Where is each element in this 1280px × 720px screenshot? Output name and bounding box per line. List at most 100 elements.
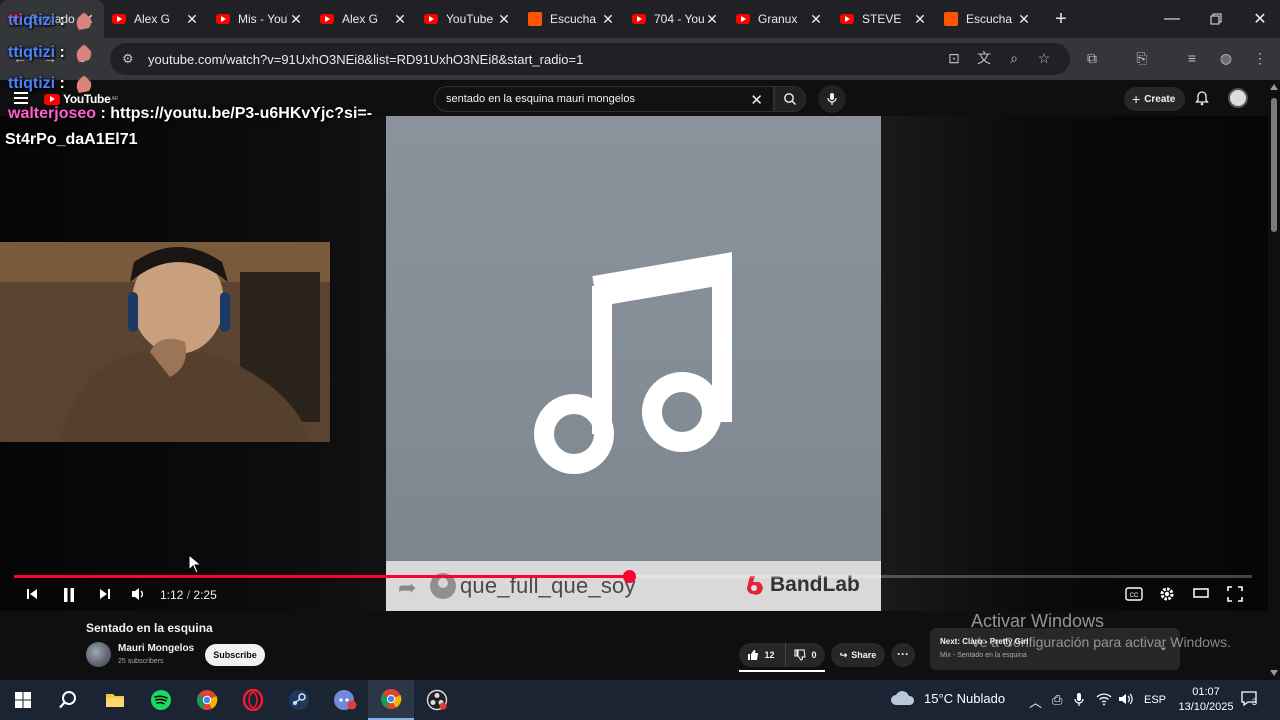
extensions-icon[interactable]: ⧉ (1082, 48, 1102, 68)
tab-list: Sentado en la esquina✕Alex G✕Mis - YouTu… (0, 0, 1040, 38)
taskbar-clock[interactable]: 01:07 13/10/2025 (1178, 685, 1234, 715)
translate-icon[interactable]: 文 (974, 48, 994, 68)
menu-kebab-icon[interactable]: ⋮ (1250, 48, 1270, 68)
tab-close-icon[interactable]: ✕ (496, 11, 512, 28)
share-button[interactable]: ↪ Share (831, 643, 885, 667)
microphone-tray-icon[interactable] (1074, 692, 1084, 710)
time-display: 1:12 / 2:25 (160, 588, 217, 602)
input-language-indicator[interactable]: ESP (1144, 694, 1166, 706)
clear-search-icon[interactable]: ✕ (750, 91, 763, 109)
hand-emote-icon (77, 76, 92, 93)
bookmark-star-icon[interactable]: ☆ (1034, 48, 1054, 68)
tab-close-icon[interactable]: ✕ (704, 11, 720, 28)
channel-name[interactable]: Mauri Mongelos (118, 643, 194, 654)
wifi-icon[interactable] (1096, 692, 1112, 709)
theater-mode-button[interactable] (1193, 587, 1209, 605)
install-app-icon[interactable]: ⊡ (944, 48, 964, 68)
previous-button[interactable] (24, 586, 40, 604)
browser-tab[interactable]: 704 - YouTube✕ (624, 0, 728, 38)
youtube-icon (840, 14, 854, 24)
minimize-button[interactable]: — (1150, 0, 1194, 38)
account-avatar[interactable] (1228, 88, 1248, 108)
like-button[interactable]: 12 (739, 643, 783, 667)
tab-close-icon[interactable]: ✕ (808, 11, 824, 28)
restore-button[interactable] (1194, 0, 1238, 38)
tab-close-icon[interactable]: ✕ (1016, 11, 1032, 28)
tab-close-icon[interactable]: ✕ (912, 11, 928, 28)
taskbar-chrome-active[interactable] (368, 680, 414, 720)
more-actions-button[interactable]: ··· (891, 643, 915, 667)
browser-tab[interactable]: Mis - YouTube✕ (208, 0, 312, 38)
taskbar-spotify[interactable] (138, 680, 184, 720)
voice-search-button[interactable] (818, 85, 846, 113)
scroll-thumb[interactable] (1271, 98, 1277, 232)
windows-activation-subtitle: Ve a Configuración para activar Windows. (971, 634, 1231, 650)
weather-widget[interactable]: 15°C Nublado (890, 690, 1005, 706)
share-arrow-icon: ➦ (398, 575, 417, 600)
pause-button[interactable] (60, 586, 78, 604)
progress-bar[interactable] (14, 570, 1252, 583)
meet-now-icon[interactable]: ⎙ (1052, 692, 1062, 708)
new-tab-button[interactable]: + (1046, 8, 1076, 31)
subtitles-button[interactable]: CC (1125, 587, 1143, 605)
address-bar[interactable]: ⚙ youtube.com/watch?v=91UxhO3NEi8&list=R… (110, 43, 1070, 75)
notification-count: 3 (1252, 697, 1258, 707)
artwork-footer: ➦ que_full_que_soy BandLab (386, 561, 881, 611)
taskbar-steam[interactable] (276, 680, 322, 720)
settings-button[interactable] (1159, 586, 1175, 604)
browser-tab[interactable]: Granux ✕ (728, 0, 832, 38)
cloud-icon (891, 691, 915, 705)
dislike-button[interactable]: 0 (785, 643, 825, 667)
youtube-icon (216, 14, 230, 24)
subscribe-button[interactable]: Subscribe (205, 644, 265, 666)
tray-overflow-chevron-icon[interactable]: ︿ (1029, 692, 1042, 711)
page-scrollbar[interactable] (1268, 80, 1280, 680)
notification-center-button[interactable]: 3 (1240, 690, 1260, 708)
create-button[interactable]: + Create (1124, 87, 1186, 111)
profile-avatar-icon[interactable]: ◍ (1216, 48, 1236, 68)
browser-tab[interactable]: Escucha ✕ (520, 0, 624, 38)
notifications-bell-icon[interactable] (1194, 90, 1210, 106)
browser-tab[interactable]: STEVE ✕ (832, 0, 936, 38)
speaker-icon[interactable] (1118, 692, 1134, 709)
tab-close-icon[interactable]: ✕ (600, 11, 616, 28)
microphone-icon (827, 93, 837, 105)
cast-icon[interactable]: ⎘ (1132, 48, 1152, 68)
scroll-down-arrow-icon[interactable] (1270, 670, 1278, 676)
search-button[interactable] (774, 86, 806, 112)
soundcloud-icon (528, 12, 542, 26)
taskbar-opera[interactable] (230, 680, 276, 720)
browser-tab[interactable]: YouTube ✕ (416, 0, 520, 38)
tab-close-icon[interactable]: ✕ (184, 11, 200, 28)
taskbar-search-button[interactable] (45, 680, 91, 720)
browser-tab[interactable]: Alex G ✕ (104, 0, 208, 38)
taskbar-discord[interactable] (322, 680, 368, 720)
taskbar-obs[interactable] (414, 680, 460, 720)
chat-text: : (59, 44, 65, 62)
channel-avatar[interactable] (86, 642, 111, 667)
browser-tab[interactable]: Alex G ✕ (312, 0, 416, 38)
progress-fill (14, 575, 630, 578)
taskbar-chrome[interactable] (184, 680, 230, 720)
browser-tab[interactable]: Escucha ✕ (936, 0, 1040, 38)
tab-label: Escucha (966, 12, 1013, 26)
start-button[interactable] (0, 680, 46, 720)
tab-close-icon[interactable]: ✕ (288, 11, 304, 28)
zoom-icon[interactable]: ⌕ (1004, 48, 1024, 68)
youtube-icon (320, 14, 334, 24)
fullscreen-button[interactable] (1227, 586, 1243, 604)
next-button[interactable] (97, 586, 113, 604)
scroll-up-arrow-icon[interactable] (1270, 84, 1278, 90)
close-window-button[interactable]: ✕ (1238, 0, 1280, 38)
volume-button[interactable] (130, 586, 148, 604)
browser-toolbar: ← → ↻ ⚙ youtube.com/watch?v=91UxhO3NEi8&… (0, 38, 1280, 80)
media-controls-icon[interactable]: ≡ (1182, 48, 1202, 68)
search-input[interactable]: sentado en la esquina mauri mongelos ✕ (434, 86, 774, 112)
taskbar-file-explorer[interactable] (92, 680, 138, 720)
chat-message: ttiqtizi : (8, 10, 95, 32)
tab-close-icon[interactable]: ✕ (392, 11, 408, 28)
site-info-icon[interactable]: ⚙ (122, 51, 138, 67)
search-query-text: sentado en la esquina mauri mongelos (446, 93, 635, 105)
folder-icon (106, 694, 124, 707)
video-player[interactable]: ➦ que_full_que_soy BandLab 1:12 / 2:25 C… (0, 116, 1268, 611)
